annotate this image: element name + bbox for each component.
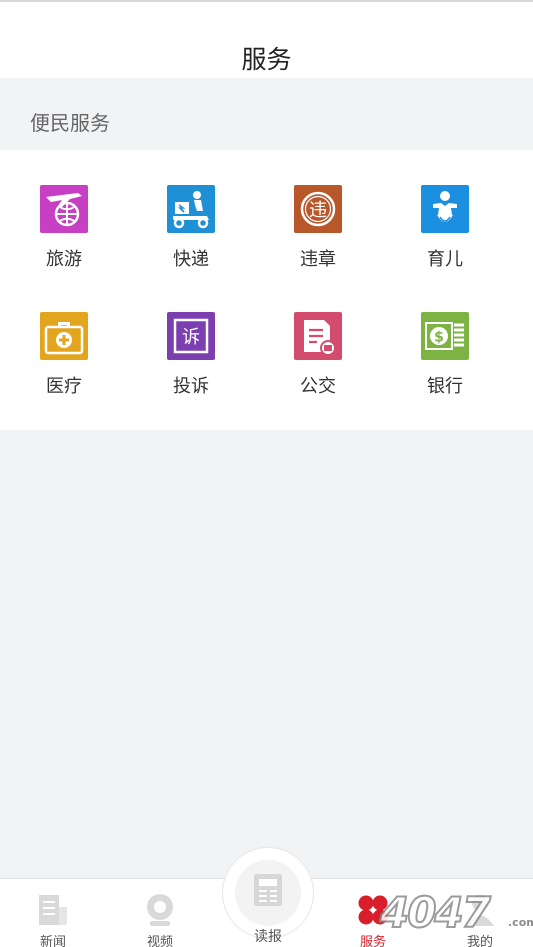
service-parenting[interactable]: 育儿	[395, 185, 495, 285]
page-title: 服务	[241, 45, 292, 74]
bus-card-icon	[294, 312, 342, 360]
service-complaint[interactable]: 诉 投诉	[141, 312, 241, 412]
tab-label: 读报	[254, 929, 282, 945]
service-express[interactable]: 快递	[141, 185, 241, 285]
watermark-text: 4047	[379, 887, 492, 938]
section-title: 便民服务	[30, 111, 110, 135]
service-page: 服务 便民服务 旅游 快递 违 违章 育儿 医疗 诉 投诉 公交 $ 银行 新闻…	[0, 0, 533, 947]
violation-stamp-icon: 违	[294, 185, 342, 233]
complaint-icon: 诉	[167, 312, 215, 360]
service-label: 违章	[300, 249, 336, 270]
service-label: 快递	[173, 249, 209, 270]
service-bank[interactable]: $ 银行	[395, 312, 495, 412]
watermark-suffix: .com	[508, 916, 533, 929]
top-header: 服务	[0, 0, 533, 78]
video-icon	[144, 893, 176, 927]
service-label: 医疗	[46, 376, 82, 397]
service-grid: 旅游 快递 违 违章 育儿 医疗 诉 投诉 公交 $ 银行	[0, 150, 533, 430]
service-travel[interactable]: 旅游	[14, 185, 114, 285]
news-icon	[37, 893, 69, 927]
tab-label: 视频	[146, 935, 173, 947]
tab-video[interactable]: 视频	[120, 879, 200, 947]
newspaper-icon	[235, 860, 301, 926]
medical-kit-icon	[40, 312, 88, 360]
service-label: 银行	[427, 376, 463, 397]
service-label: 公交	[300, 376, 336, 397]
service-label: 投诉	[173, 376, 209, 397]
delivery-scooter-icon	[167, 185, 215, 233]
service-medical[interactable]: 医疗	[14, 312, 114, 412]
service-label: 育儿	[427, 249, 463, 270]
tab-label: 新闻	[39, 935, 66, 947]
svg-text:违: 违	[309, 200, 327, 221]
tab-read-paper[interactable]: 读报	[222, 847, 314, 945]
baby-icon	[421, 185, 469, 233]
service-violation[interactable]: 违 违章	[268, 185, 368, 285]
plane-globe-icon	[40, 185, 88, 233]
service-label: 旅游	[46, 249, 82, 270]
tab-news[interactable]: 新闻	[13, 879, 93, 947]
site-watermark: 4047 .com	[379, 887, 533, 944]
service-bus[interactable]: 公交	[268, 312, 368, 412]
bank-money-icon: $	[421, 312, 469, 360]
svg-text:$: $	[434, 330, 444, 346]
svg-text:诉: 诉	[182, 327, 200, 348]
